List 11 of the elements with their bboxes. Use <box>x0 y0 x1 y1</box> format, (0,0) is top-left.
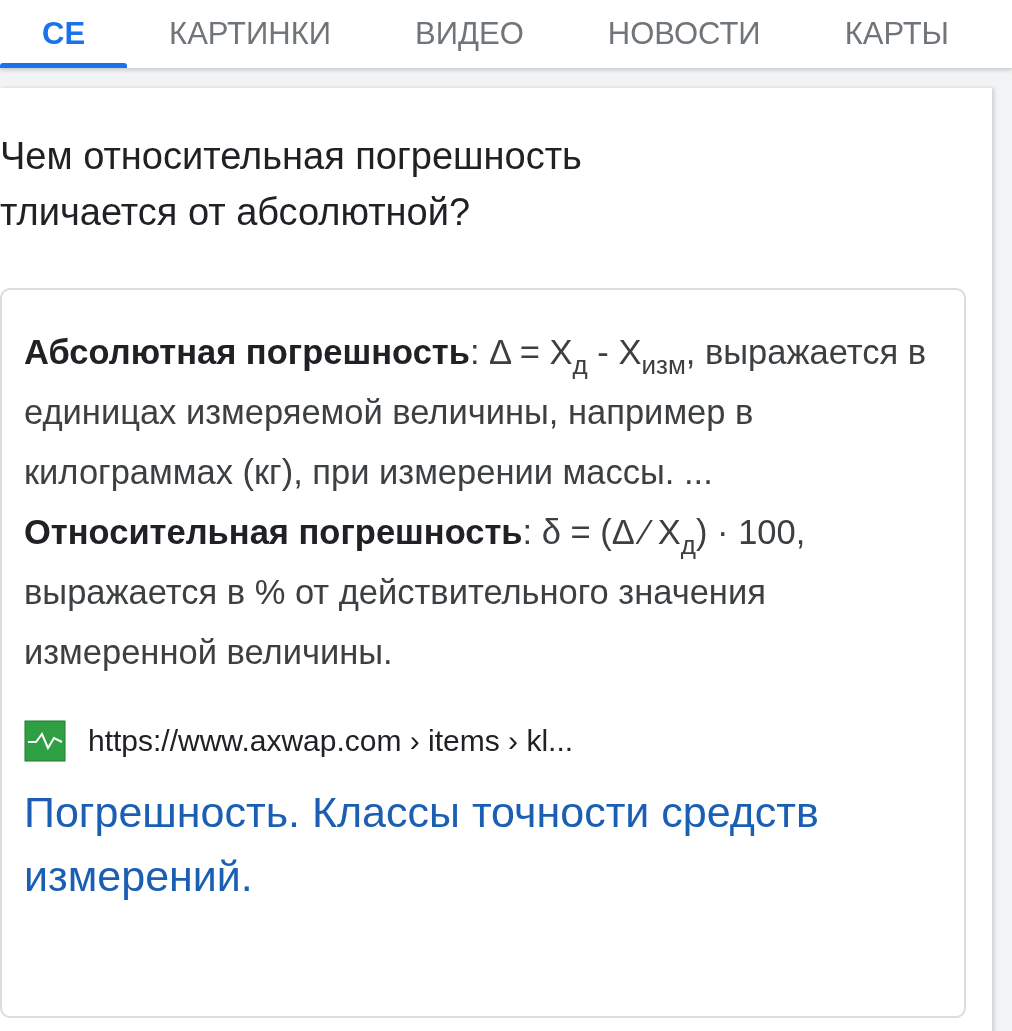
result-link[interactable]: Погрешность. Классы точности средств измерений. <box>24 780 944 908</box>
tab[interactable]: СЕ <box>0 0 128 68</box>
question-heading-line: Чем относительная погрешность <box>0 134 583 179</box>
tab[interactable]: КАРТЫ <box>802 0 992 68</box>
tab[interactable]: КАРТИНКИ <box>127 0 374 68</box>
waveform-favicon-icon <box>24 720 66 762</box>
question-heading-line: тличается от абсолютной? <box>0 190 472 235</box>
tab[interactable]: ВИДЕО <box>373 0 566 68</box>
result-url: https://www.axwap.com › items › kl... <box>88 724 574 758</box>
answer-text: Абсолютная погрешность: Δ = X$_{д}$ - X$_{изм}$, выражается в единицах измеряемой величины, например в килограммах (кг), при измерении массы. ... Относительная погрешность: δ = (Δ ⁄ X$_{д}$) · 100, выражается в % от действительного значения измеренной величины. <box>24 332 927 673</box>
tab[interactable]: НОВОСТИ <box>565 0 803 68</box>
